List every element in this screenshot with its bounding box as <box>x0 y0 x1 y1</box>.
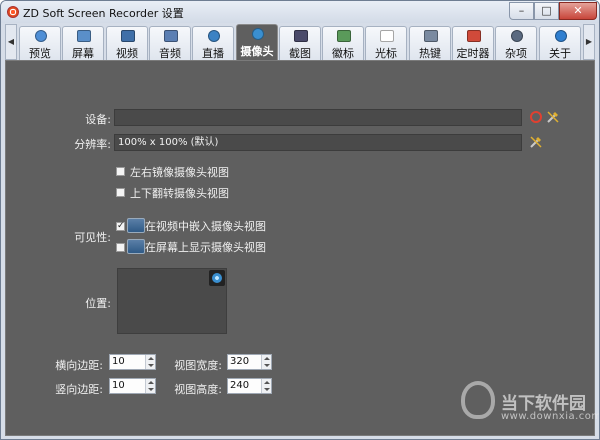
image-icon <box>337 30 351 42</box>
v-margin-stepper[interactable]: 10 <box>109 378 156 394</box>
tab-label: 热键 <box>419 47 441 60</box>
resolution-label: 分辨率: <box>74 138 111 151</box>
h-margin-stepper[interactable]: 10 <box>109 354 156 370</box>
monitor-icon <box>77 30 91 42</box>
record-app-icon <box>7 6 19 18</box>
webcam-icon <box>252 28 264 40</box>
watermark-logo-icon <box>461 381 495 419</box>
title-bar[interactable]: ZD Soft Screen Recorder 设置 – □ ✕ <box>1 1 599 23</box>
view-height-value: 240 <box>230 380 250 391</box>
tab-strip: ◀ 预览 屏幕 视频 音频 直播 摄像头 截图 徽标 光标 热键 定时器 杂项 关于 ▶ <box>5 24 595 61</box>
gear-icon <box>511 30 523 42</box>
embed-in-video-label: 在视频中嵌入摄像头视图 <box>145 220 266 233</box>
device-tools-icon[interactable] <box>547 111 559 123</box>
tab-label: 预览 <box>29 47 51 60</box>
camera-icon <box>294 30 308 42</box>
tab-label: 屏幕 <box>72 47 94 60</box>
keyboard-icon <box>424 30 438 42</box>
h-margin-value: 10 <box>112 356 125 367</box>
webcam-position-handle[interactable] <box>209 270 225 286</box>
device-label: 设备: <box>85 113 111 126</box>
v-margin-spin-buttons[interactable] <box>145 379 155 393</box>
tab-label: 摄像头 <box>240 45 274 58</box>
tab-1[interactable]: 预览 <box>19 26 61 60</box>
tab-7[interactable]: 截图 <box>279 26 321 60</box>
embed-in-video-checkbox[interactable]: ✓ <box>116 222 125 231</box>
view-height-spin-buttons[interactable] <box>261 379 271 393</box>
mirror-horizontal-checkbox[interactable] <box>116 167 125 176</box>
info-icon <box>555 30 567 42</box>
tab-11[interactable]: 定时器 <box>452 26 494 60</box>
view-width-value: 320 <box>230 356 250 367</box>
tab-8[interactable]: 徽标 <box>322 26 364 60</box>
flip-vertical-label: 上下翻转摄像头视图 <box>130 187 229 200</box>
cursor-icon <box>380 30 394 42</box>
tab-label: 直播 <box>202 47 224 60</box>
tab-5[interactable]: 直播 <box>192 26 234 60</box>
tab-label: 定时器 <box>456 47 490 60</box>
broadcast-icon <box>208 30 220 42</box>
tab-13[interactable]: 关于 <box>539 26 581 60</box>
view-height-label: 视图高度: <box>174 383 222 396</box>
v-margin-label: 竖向边距: <box>55 383 103 396</box>
h-margin-label: 横向边距: <box>55 359 103 372</box>
visibility-label: 可见性: <box>74 231 111 244</box>
tab-label: 徽标 <box>332 47 354 60</box>
show-on-screen-checkbox[interactable] <box>116 243 125 252</box>
tab-scroll-left-button[interactable]: ◀ <box>5 24 17 60</box>
resolution-tools-icon[interactable] <box>530 136 542 148</box>
show-on-screen-label: 在屏幕上显示摄像头视图 <box>145 241 266 254</box>
tab-6[interactable]: 摄像头 <box>236 24 278 61</box>
tab-3[interactable]: 视频 <box>106 26 148 60</box>
tab-2[interactable]: 屏幕 <box>62 26 104 60</box>
minimize-button[interactable]: – <box>509 2 534 20</box>
position-label: 位置: <box>85 297 111 310</box>
v-margin-value: 10 <box>112 380 125 391</box>
disable-device-icon[interactable] <box>530 111 542 123</box>
window-title: ZD Soft Screen Recorder 设置 <box>23 7 184 20</box>
video-embed-icon <box>127 218 145 233</box>
webcam-icon <box>212 273 222 283</box>
settings-window: ZD Soft Screen Recorder 设置 – □ ✕ ◀ 预览 屏幕视… <box>0 0 600 440</box>
tab-label: 光标 <box>375 47 397 60</box>
h-margin-spin-buttons[interactable] <box>145 355 155 369</box>
webcam-settings-panel: 设备: 分辨率: 100% x 100% (默认) 左右镜像摄像头视图 上下翻转… <box>5 60 595 436</box>
tab-label: 截图 <box>289 47 311 60</box>
tab-4[interactable]: 音频 <box>149 26 191 60</box>
eye-icon <box>35 30 47 42</box>
tab-list: 预览 屏幕 视频 音频 直播 摄像头 截图 徽标 光标 热键 定时器 杂项 关于 <box>19 24 582 61</box>
music-icon <box>164 30 178 42</box>
tab-10[interactable]: 热键 <box>409 26 451 60</box>
tab-12[interactable]: 杂项 <box>495 26 537 60</box>
film-icon <box>121 30 135 42</box>
position-preview[interactable] <box>117 268 227 334</box>
mirror-horizontal-label: 左右镜像摄像头视图 <box>130 166 229 179</box>
device-select[interactable] <box>114 109 522 126</box>
view-width-stepper[interactable]: 320 <box>227 354 272 370</box>
watermark-url: www.downxia.com <box>501 411 600 422</box>
view-width-label: 视图宽度: <box>174 359 222 372</box>
tab-label: 视频 <box>116 47 138 60</box>
tab-scroll-right-button[interactable]: ▶ <box>583 24 595 60</box>
close-button[interactable]: ✕ <box>559 2 597 20</box>
flip-vertical-checkbox[interactable] <box>116 188 125 197</box>
tab-label: 音频 <box>159 47 181 60</box>
screen-overlay-icon <box>127 239 145 254</box>
alarm-clock-icon <box>467 30 481 42</box>
tab-label: 关于 <box>549 47 571 60</box>
view-height-stepper[interactable]: 240 <box>227 378 272 394</box>
view-width-spin-buttons[interactable] <box>261 355 271 369</box>
tab-9[interactable]: 光标 <box>365 26 407 60</box>
tab-label: 杂项 <box>505 47 527 60</box>
maximize-button[interactable]: □ <box>534 2 559 20</box>
resolution-select[interactable]: 100% x 100% (默认) <box>114 134 522 151</box>
